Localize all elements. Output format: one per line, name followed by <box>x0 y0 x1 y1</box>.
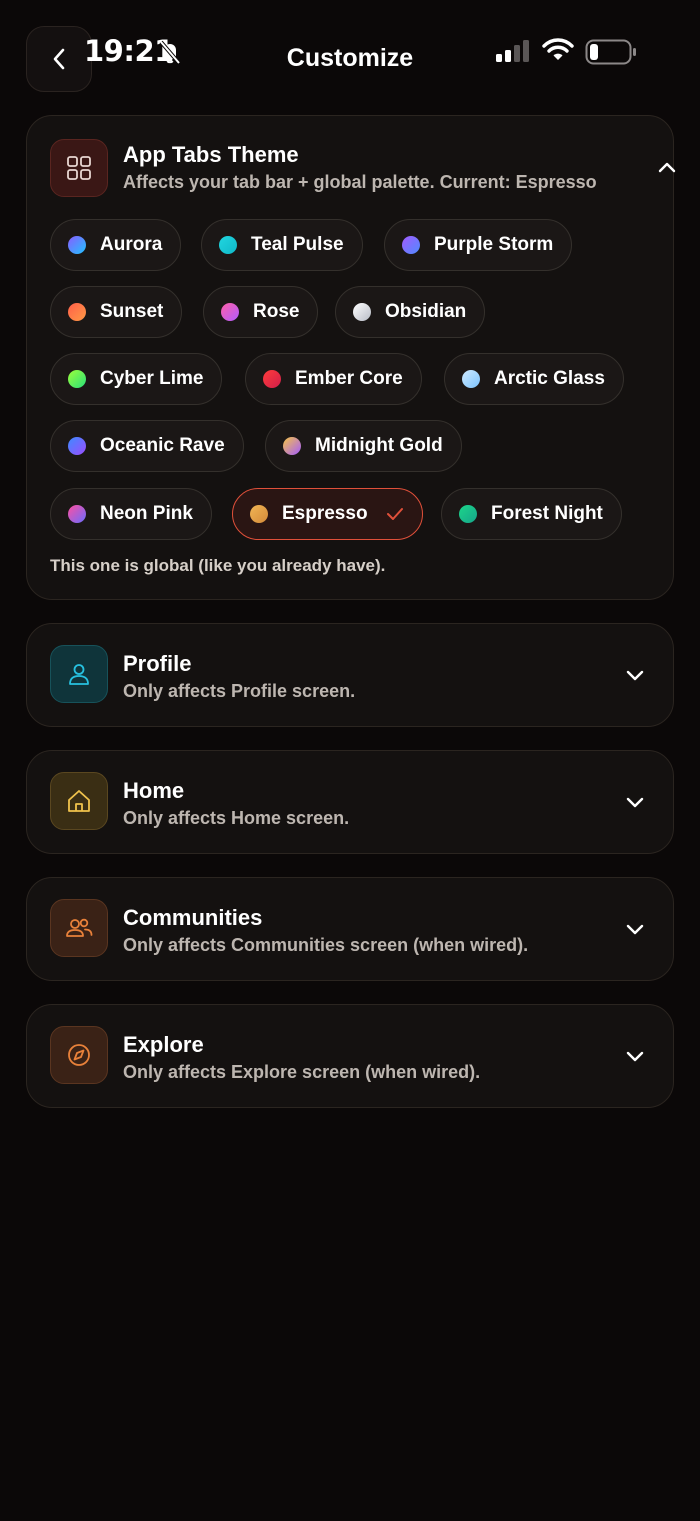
section-subtitle: Only affects Home screen. <box>123 808 350 828</box>
theme-chip-label: Teal Pulse <box>251 234 344 255</box>
section-subtitle: Only affects Communities screen (when wi… <box>123 935 529 955</box>
theme-swatch <box>68 236 86 254</box>
communities-icon-tile <box>50 899 108 957</box>
theme-chip-label: Ember Core <box>295 368 403 389</box>
home-icon-tile <box>50 772 108 830</box>
app-tabs-theme-card: App Tabs Theme Affects your tab bar + gl… <box>26 115 677 600</box>
section-subtitle: Only affects Profile screen. <box>123 681 356 701</box>
explore-icon-tile <box>50 1026 108 1084</box>
battery-icon <box>585 39 636 65</box>
profile-icon-tile <box>50 645 108 703</box>
chevron-up-icon[interactable] <box>657 160 677 174</box>
section-explore[interactable]: Explore Only affects Explore screen (whe… <box>26 1004 674 1108</box>
theme-swatch <box>68 370 86 388</box>
theme-chip-label: Sunset <box>100 301 164 322</box>
theme-chip-label: Arctic Glass <box>494 368 605 389</box>
status-bar: 19:21 Customize <box>0 0 700 100</box>
theme-swatch <box>462 370 480 388</box>
theme-chip-ember-core[interactable]: Ember Core <box>245 353 422 405</box>
theme-swatch <box>459 505 477 523</box>
section-home[interactable]: Home Only affects Home screen. <box>26 750 674 854</box>
theme-chip-label: Midnight Gold <box>315 435 443 456</box>
app-tabs-subtitle: Affects your tab bar + global palette. C… <box>123 172 597 192</box>
theme-swatch <box>68 505 86 523</box>
theme-chip-label: Oceanic Rave <box>100 435 225 456</box>
theme-chip-arctic-glass[interactable]: Arctic Glass <box>444 353 624 405</box>
app-tabs-title: App Tabs Theme <box>123 142 299 167</box>
theme-chip-midnight-gold[interactable]: Midnight Gold <box>265 420 462 472</box>
compass-icon <box>68 1044 90 1066</box>
theme-chip-forest-night[interactable]: Forest Night <box>441 488 622 540</box>
theme-chip-label: Obsidian <box>385 301 467 322</box>
theme-swatch <box>250 505 268 523</box>
theme-swatch <box>219 236 237 254</box>
app-tabs-footnote: This one is global (like you already hav… <box>50 556 386 575</box>
theme-chip-label: Cyber Lime <box>100 368 204 389</box>
theme-chip-oceanic-rave[interactable]: Oceanic Rave <box>50 420 244 472</box>
theme-swatch <box>353 303 371 321</box>
theme-chip-sunset[interactable]: Sunset <box>50 286 183 338</box>
theme-chip-teal-pulse[interactable]: Teal Pulse <box>201 219 363 271</box>
section-title: Home <box>123 778 185 803</box>
theme-chip-label: Espresso <box>282 503 368 524</box>
theme-chip-espresso[interactable]: Espresso <box>232 488 423 540</box>
theme-swatch <box>68 303 86 321</box>
section-subtitle: Only affects Explore screen (when wired)… <box>123 1062 481 1082</box>
theme-chip-neon-pink[interactable]: Neon Pink <box>50 488 212 540</box>
section-title: Communities <box>123 905 263 930</box>
chevron-down-icon[interactable] <box>625 669 645 683</box>
chevron-down-icon[interactable] <box>625 923 645 937</box>
theme-chip-cyber-lime[interactable]: Cyber Lime <box>50 353 223 405</box>
theme-chip-label: Rose <box>253 301 300 322</box>
house-icon <box>68 790 90 812</box>
wifi-icon <box>542 38 574 60</box>
theme-chip-purple-storm[interactable]: Purple Storm <box>384 219 573 271</box>
section-title: Explore <box>123 1032 204 1057</box>
cellular-signal-icon <box>496 40 529 62</box>
theme-chip-rose[interactable]: Rose <box>203 286 319 338</box>
app-tabs-icon-tile <box>50 139 108 197</box>
theme-swatch <box>263 370 281 388</box>
theme-swatch <box>68 437 86 455</box>
theme-swatch <box>221 303 239 321</box>
people-icon <box>66 918 93 937</box>
theme-chip-label: Purple Storm <box>434 234 554 255</box>
theme-chip-label: Neon Pink <box>100 503 193 524</box>
section-profile[interactable]: Profile Only affects Profile screen. <box>26 623 674 727</box>
theme-chip-label: Aurora <box>100 234 163 255</box>
theme-chip-label: Forest Night <box>491 503 603 524</box>
chevron-down-icon[interactable] <box>625 1050 645 1064</box>
section-title: Profile <box>123 651 192 676</box>
theme-swatch <box>402 236 420 254</box>
grid-icon <box>67 156 91 180</box>
theme-chip-aurora[interactable]: Aurora <box>50 219 182 271</box>
checkmark-icon <box>386 508 403 520</box>
theme-swatch <box>283 437 301 455</box>
person-icon <box>69 664 89 685</box>
chevron-down-icon[interactable] <box>625 796 645 810</box>
theme-chip-obsidian[interactable]: Obsidian <box>335 286 486 338</box>
section-communities[interactable]: Communities Only affects Communities scr… <box>26 877 674 981</box>
